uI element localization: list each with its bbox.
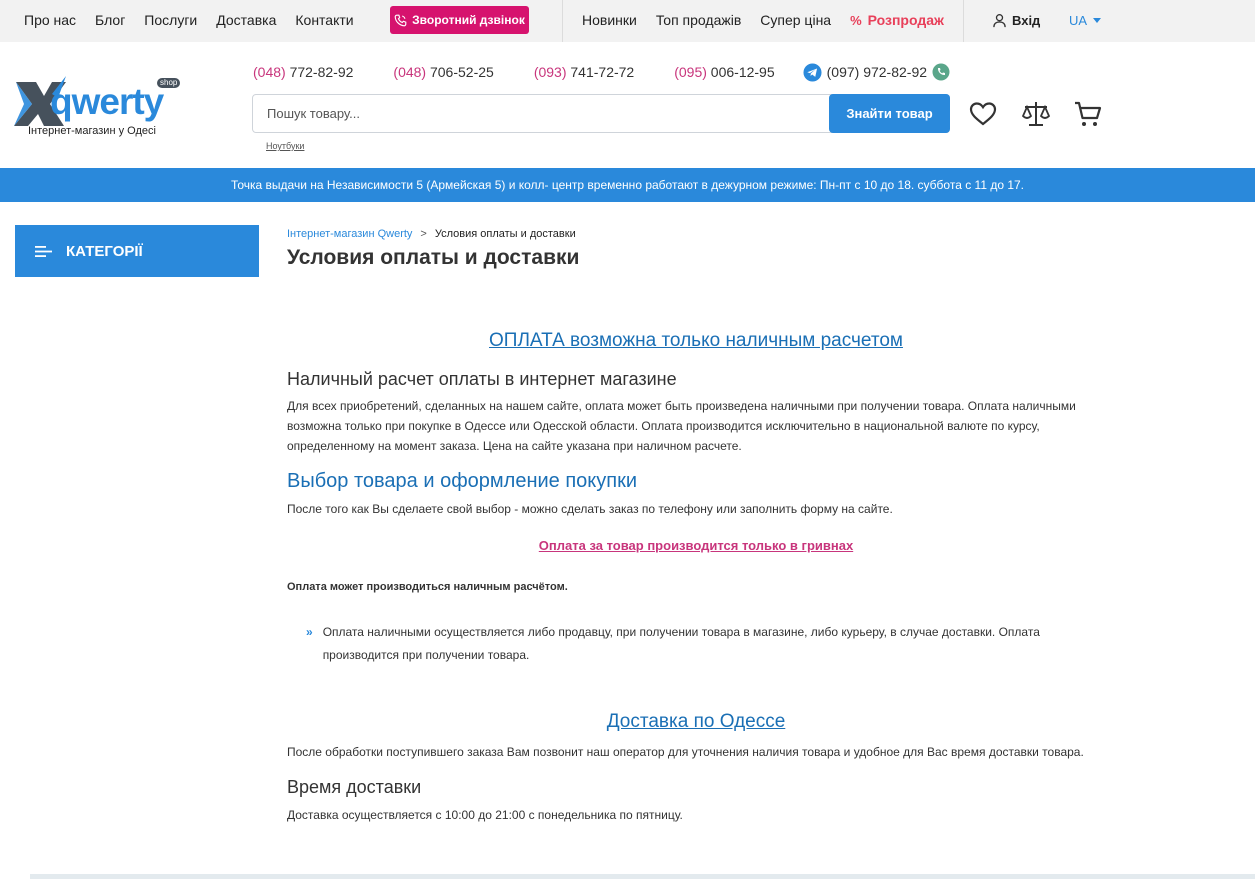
nav-blog[interactable]: Блог: [95, 12, 125, 28]
logo-text: qwerty: [50, 81, 164, 122]
phone-list: (048) 772-82-92 (048) 706-52-25 (093) 74…: [253, 62, 950, 82]
viber-icon[interactable]: [932, 63, 950, 81]
cash-text: Для всех приобретений, сделанных на наше…: [287, 399, 1076, 453]
choice-heading: Выбор товара и оформление покупки: [287, 470, 638, 492]
percent-icon: %: [850, 12, 862, 28]
top-bar: Про нас Блог Послуги Доставка Контакти З…: [0, 0, 1255, 42]
user-icon: [993, 13, 1006, 27]
breadcrumb: Інтернет-магазин Qwerty > Условия оплаты…: [287, 228, 576, 240]
notice-bar: Точка выдачи на Независимости 5 (Армейск…: [0, 168, 1255, 202]
nav-contacts[interactable]: Контакти: [295, 12, 353, 28]
language-value: UA: [1069, 12, 1088, 28]
page-content: ОПЛАТА возможна только наличным расчетом…: [287, 330, 1105, 825]
time-heading: Время доставки: [287, 777, 422, 797]
breadcrumb-current: Условия оплаты и доставки: [434, 228, 576, 240]
payment-section-link[interactable]: ОПЛАТА возможна только наличным расчетом: [287, 330, 1105, 352]
cash-note: Оплата может производиться наличным расч…: [287, 581, 568, 593]
nav-new[interactable]: Новинки: [582, 12, 637, 28]
search-hint-link[interactable]: Ноутбуки: [266, 141, 304, 151]
phone-icon: [394, 14, 407, 26]
bullet-text: Оплата наличными осуществляется либо про…: [322, 625, 1040, 662]
nav-sale[interactable]: % Розпродаж: [850, 12, 944, 28]
delivery-section-link[interactable]: Доставка по Одессе: [287, 711, 1105, 733]
scales-icon[interactable]: [1021, 99, 1051, 129]
menu-icon: [35, 245, 52, 257]
choice-text: После того как Вы сделаете свой выбор - …: [287, 502, 893, 516]
nav-top-sales[interactable]: Топ продажів: [656, 12, 741, 28]
logo-badge: shop: [157, 78, 181, 88]
phone-number[interactable]: (097) 972-82-92: [827, 64, 927, 80]
time-text: Доставка осуществляется с 10:00 до 21:00…: [287, 808, 683, 822]
nav-about[interactable]: Про нас: [24, 12, 76, 28]
phone-number[interactable]: (095) 006-12-95: [674, 64, 774, 80]
nav-services[interactable]: Послуги: [144, 12, 197, 28]
delivery-text: После обработки поступившего заказа Вам …: [287, 745, 1084, 759]
search-input[interactable]: [253, 95, 829, 132]
top-nav-left: Про нас Блог Послуги Доставка Контакти: [24, 0, 354, 40]
top-nav-right: Новинки Топ продажів Супер ціна % Розпро…: [582, 0, 944, 40]
callback-button[interactable]: Зворотний дзвінок: [390, 6, 529, 34]
search-button[interactable]: Знайти товар: [829, 94, 950, 133]
login-label: Вхід: [1012, 12, 1041, 28]
divider: [562, 0, 563, 42]
list-item: » Оплата наличными осуществляется либо п…: [287, 621, 1105, 667]
cash-heading: Наличный расчет оплаты в интернет магази…: [287, 369, 677, 389]
login-link[interactable]: Вхід: [992, 0, 1040, 40]
divider: [963, 0, 964, 42]
language-select[interactable]: UA: [1069, 0, 1102, 40]
telegram-icon[interactable]: [803, 62, 822, 82]
phone-number[interactable]: (093) 741-72-72: [534, 64, 634, 80]
cart-icon[interactable]: [1073, 99, 1103, 129]
heart-icon[interactable]: [968, 99, 998, 129]
horizontal-scrollbar[interactable]: [30, 874, 1255, 879]
page-title: Условия оплаты и доставки: [287, 246, 580, 269]
uah-payment-link[interactable]: Оплата за товар производится только в гр…: [287, 538, 1105, 553]
chevron-down-icon: [1093, 17, 1102, 23]
categories-button[interactable]: КАТЕГОРІЇ: [15, 225, 259, 277]
phone-number[interactable]: (048) 706-52-25: [393, 64, 493, 80]
breadcrumb-home[interactable]: Інтернет-магазин Qwerty: [287, 228, 412, 240]
logo-tagline: Інтернет-магазин у Одесі: [28, 125, 156, 137]
nav-delivery[interactable]: Доставка: [216, 12, 276, 28]
nav-super-price[interactable]: Супер ціна: [760, 12, 831, 28]
chevron-right-icon: >: [420, 228, 427, 240]
callback-label: Зворотний дзвінок: [412, 13, 525, 27]
categories-label: КАТЕГОРІЇ: [66, 242, 143, 260]
nav-sale-label: Розпродаж: [867, 12, 944, 28]
phone-number[interactable]: (048) 772-82-92: [253, 64, 353, 80]
double-chevron-icon: »: [306, 625, 313, 639]
